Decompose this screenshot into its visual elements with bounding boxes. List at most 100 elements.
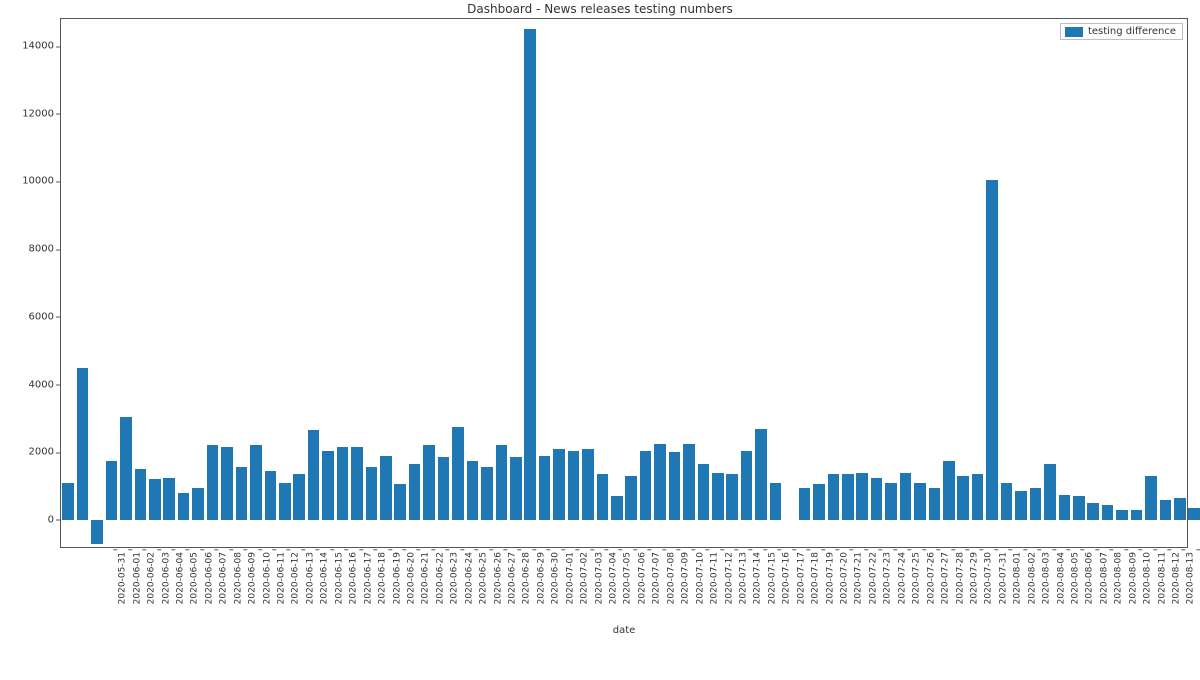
x-tick: 2020-08-13 [1186, 552, 1196, 604]
x-tick: 2020-06-12 [291, 552, 301, 604]
x-tick: 2020-06-21 [421, 552, 431, 604]
x-tick: 2020-08-01 [1013, 552, 1023, 604]
x-tick: 2020-06-23 [450, 552, 460, 604]
x-tick: 2020-06-13 [305, 552, 315, 604]
legend-swatch [1065, 27, 1083, 37]
bar [900, 473, 912, 520]
bar [1116, 510, 1128, 520]
legend: testing difference [1060, 23, 1183, 40]
x-tick: 2020-06-26 [493, 552, 503, 604]
x-tick: 2020-06-20 [406, 552, 416, 604]
bar [1044, 464, 1056, 520]
bar [582, 449, 594, 520]
bar [929, 488, 941, 520]
x-tick: 2020-06-22 [435, 552, 445, 604]
x-tick: 2020-06-17 [363, 552, 373, 604]
x-tick: 2020-07-17 [796, 552, 806, 604]
x-tick: 2020-07-01 [565, 552, 575, 604]
x-tick: 2020-07-04 [608, 552, 618, 604]
x-tick: 2020-07-25 [912, 552, 922, 604]
x-tick: 2020-06-03 [161, 552, 171, 604]
bar [972, 474, 984, 520]
bar [1001, 483, 1013, 520]
bar [842, 474, 854, 520]
x-tick: 2020-07-29 [969, 552, 979, 604]
bar [1131, 510, 1143, 520]
x-tick: 2020-06-09 [247, 552, 257, 604]
bar [467, 461, 479, 520]
y-tick: 6000 [4, 311, 54, 322]
x-tick: 2020-07-28 [955, 552, 965, 604]
bar [207, 445, 219, 519]
x-tick: 2020-08-07 [1099, 552, 1109, 604]
x-tick: 2020-08-05 [1070, 552, 1080, 604]
bar [1188, 508, 1200, 520]
x-tick: 2020-06-28 [522, 552, 532, 604]
x-tick: 2020-06-24 [464, 552, 474, 604]
x-tick: 2020-08-04 [1056, 552, 1066, 604]
bar [597, 474, 609, 520]
bar [308, 430, 320, 520]
x-tick: 2020-07-20 [839, 552, 849, 604]
bar [712, 473, 724, 520]
bar [1030, 488, 1042, 520]
x-tick: 2020-06-19 [392, 552, 402, 604]
y-tick: 0 [4, 514, 54, 525]
bar [611, 496, 623, 520]
x-tick: 2020-07-30 [984, 552, 994, 604]
bar [741, 451, 753, 520]
x-tick: 2020-06-11 [276, 552, 286, 604]
x-tick: 2020-07-27 [940, 552, 950, 604]
bar [1015, 491, 1027, 520]
bar [871, 478, 883, 520]
bar [77, 368, 89, 520]
bar [553, 449, 565, 520]
x-tick: 2020-06-04 [175, 552, 185, 604]
x-tick: 2020-06-30 [551, 552, 561, 604]
x-tick: 2020-08-08 [1114, 552, 1124, 604]
bar [380, 456, 392, 520]
bar [481, 467, 493, 519]
bar [1160, 500, 1172, 520]
chart-title: Dashboard - News releases testing number… [0, 2, 1200, 16]
bar [322, 451, 334, 520]
bars-layer [61, 19, 1187, 547]
x-tick: 2020-07-14 [753, 552, 763, 604]
x-tick: 2020-07-15 [767, 552, 777, 604]
bar [770, 483, 782, 520]
x-tick: 2020-06-15 [334, 552, 344, 604]
bar [1145, 476, 1157, 520]
bar [813, 484, 825, 520]
bar [625, 476, 637, 520]
bar [192, 488, 204, 520]
bar [640, 451, 652, 520]
x-tick: 2020-06-29 [536, 552, 546, 604]
x-tick: 2020-08-03 [1041, 552, 1051, 604]
y-tick: 10000 [4, 176, 54, 187]
bar [755, 429, 767, 520]
x-tick: 2020-07-24 [897, 552, 907, 604]
bar [524, 29, 536, 520]
bar [178, 493, 190, 520]
bar [986, 180, 998, 520]
x-tick: 2020-07-22 [868, 552, 878, 604]
bar [423, 445, 435, 519]
x-tick: 2020-07-05 [623, 552, 633, 604]
bar [337, 447, 349, 520]
x-tick: 2020-08-10 [1142, 552, 1152, 604]
bar [683, 444, 695, 520]
bar [828, 474, 840, 520]
x-tick: 2020-07-03 [594, 552, 604, 604]
x-tick: 2020-07-18 [810, 552, 820, 604]
x-tick: 2020-06-07 [219, 552, 229, 604]
x-tick: 2020-06-01 [132, 552, 142, 604]
bar [856, 473, 868, 520]
x-tick: 2020-06-16 [349, 552, 359, 604]
x-tick: 2020-06-25 [478, 552, 488, 604]
bar [669, 452, 681, 520]
bar [496, 445, 508, 519]
x-tick: 2020-07-19 [825, 552, 835, 604]
bar [236, 467, 248, 519]
x-tick: 2020-07-02 [579, 552, 589, 604]
y-axis-ticks: 02000400060008000100001200014000 [0, 18, 60, 548]
